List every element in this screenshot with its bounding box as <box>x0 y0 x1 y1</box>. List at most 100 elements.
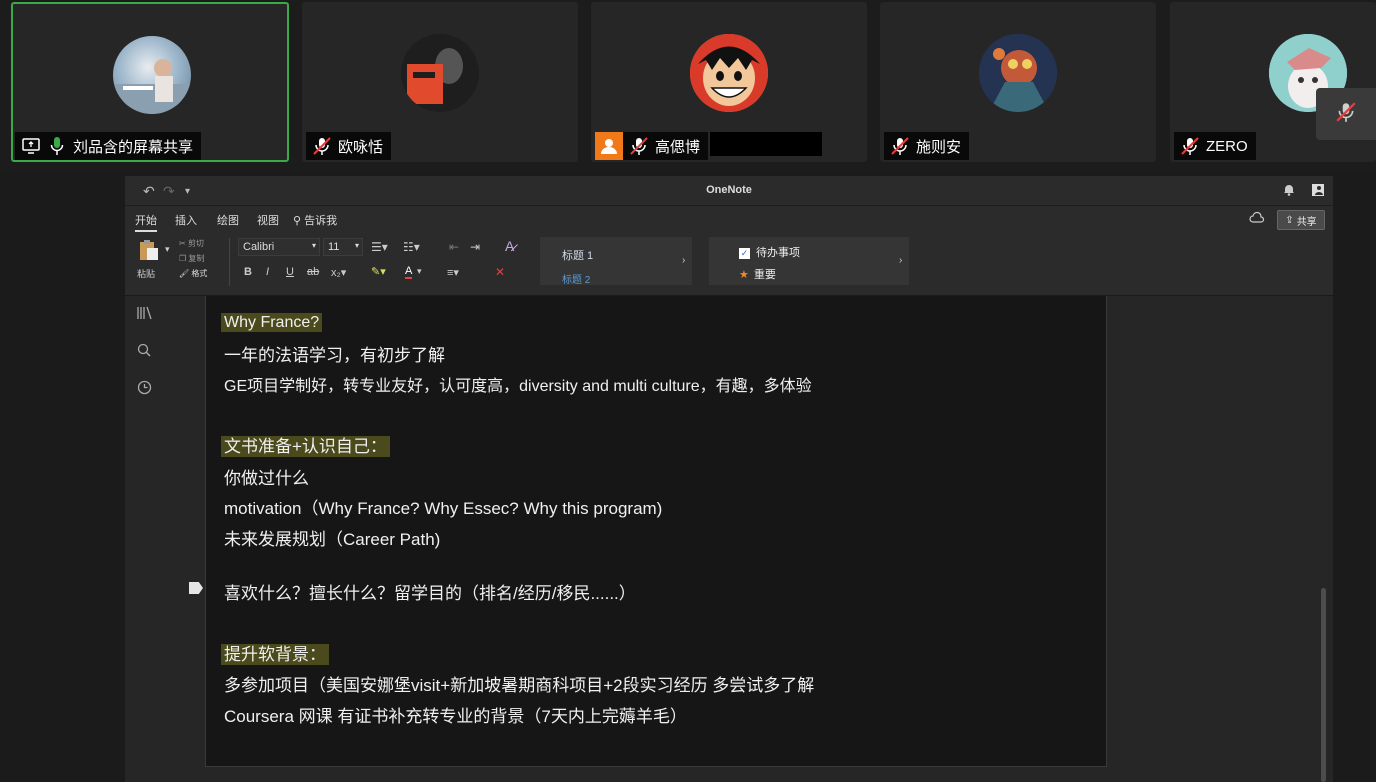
title-bar: ↶ ↷ ▾ OneNote <box>125 176 1333 206</box>
window-title: OneNote <box>706 184 752 196</box>
delete-icon[interactable]: ✕ <box>495 265 505 279</box>
participant-name-bar: 刘品含的屏幕共享 <box>15 132 202 160</box>
participant-name-bar: 欧咏恬 <box>306 132 392 160</box>
tag-important-label: 重要 <box>753 269 776 281</box>
participant-tile-2[interactable]: 欧咏恬 <box>302 2 578 162</box>
tab-view[interactable]: 视图 <box>257 212 279 228</box>
tag-todo-label: 待办事项 <box>756 247 800 259</box>
paste-label: 粘贴 <box>137 269 156 279</box>
bold-icon[interactable]: B <box>244 266 252 278</box>
star-icon: ★ <box>739 269 749 281</box>
brush-icon: 🖌 <box>179 269 190 278</box>
note-heading[interactable]: 文书准备+认识自己： <box>221 432 390 457</box>
account-icon[interactable] <box>1311 183 1325 200</box>
chevron-right-icon[interactable]: › <box>899 255 902 266</box>
scissors-icon: ✂ <box>179 239 186 248</box>
tag-important[interactable]: ★ 重要 <box>739 266 776 282</box>
avatar <box>401 34 479 112</box>
strikethrough-icon[interactable]: ab <box>307 266 319 278</box>
font-size-select[interactable]: 11 ▾ <box>323 238 363 256</box>
bullets-icon[interactable]: ☰▾ <box>371 240 388 254</box>
format-painter-button[interactable]: 🖌 格式 <box>179 268 207 279</box>
vertical-scrollbar[interactable] <box>1321 588 1326 782</box>
meeting-screen: 刘品含的屏幕共享 欧咏恬 高偲博 施则安 ZERO ↶ ↷ ▾ OneNote … <box>0 0 1376 782</box>
participant-tile-1[interactable]: 刘品含的屏幕共享 <box>11 2 289 162</box>
copy-icon: ❐ <box>179 254 187 263</box>
search-icon[interactable] <box>137 343 151 360</box>
tag-todo[interactable]: ✓ 待办事项 <box>739 244 800 260</box>
participant-name: 刘品含的屏幕共享 <box>73 138 194 156</box>
notebooks-icon[interactable] <box>137 306 153 323</box>
microphone-muted-icon <box>312 136 332 156</box>
checkbox-icon: ✓ <box>739 248 750 259</box>
participant-name: 施则安 <box>916 138 962 156</box>
copy-label: 复制 <box>188 254 205 263</box>
note-heading[interactable]: Why France? <box>221 313 323 332</box>
note-line[interactable]: GE项目学制好，转专业友好，认可度高，diversity and multi c… <box>224 372 812 396</box>
participant-tile-4[interactable]: 施则安 <box>880 2 1156 162</box>
paste-options-icon[interactable]: ▾ <box>165 244 170 255</box>
participant-name-bar: ZERO <box>1174 132 1256 160</box>
align-icon[interactable]: ≡▾ <box>447 266 459 279</box>
style-heading-2[interactable]: 标题 2 <box>562 271 590 286</box>
note-line[interactable]: motivation（Why France? Why Essec? Why th… <box>224 494 662 519</box>
font-size-value: 11 <box>328 241 340 253</box>
decrease-indent-icon[interactable]: ⇤ <box>449 240 459 254</box>
lightbulb-icon: ⚲ <box>293 215 302 227</box>
clipboard-icon <box>140 240 158 260</box>
note-line[interactable]: Coursera 网课 有证书补充转专业的背景（7天内上完薅羊毛） <box>224 702 687 727</box>
copy-button[interactable]: ❐ 复制 <box>179 253 204 264</box>
redaction-box <box>710 132 822 156</box>
font-color-icon[interactable]: A <box>405 265 413 279</box>
floating-mute-button[interactable] <box>1316 88 1376 140</box>
note-line[interactable]: 未来发展规划（Career Path) <box>224 525 440 550</box>
tab-draw[interactable]: 绘图 <box>217 212 239 228</box>
avatar <box>690 34 768 112</box>
highlight-icon[interactable]: ✎▾ <box>371 265 386 278</box>
tab-insert[interactable]: 插入 <box>175 212 197 228</box>
recent-clock-icon[interactable] <box>137 380 152 398</box>
format-label: 格式 <box>191 269 208 278</box>
clear-formatting-icon[interactable]: A̷ <box>505 238 514 254</box>
note-line[interactable]: 一年的法语学习，有初步了解 <box>224 341 445 366</box>
tell-me-label: 告诉我 <box>304 215 338 227</box>
participant-name-bar: 高偲博 <box>595 132 709 160</box>
ribbon-tabs: 开始 插入 绘图 视图 ⚲ 告诉我 ⇪ 共享 <box>125 206 1333 232</box>
subscript-icon[interactable]: x₂▾ <box>331 266 346 279</box>
font-name-select[interactable]: Calibri ▾ <box>238 238 320 256</box>
note-heading[interactable]: 提升软背景： <box>221 640 329 665</box>
note-line[interactable]: 你做过什么 <box>224 464 309 489</box>
left-navigation <box>125 296 165 782</box>
tab-home[interactable]: 开始 <box>135 212 157 232</box>
tags-gallery[interactable]: ✓ 待办事项 ★ 重要 › <box>709 237 909 285</box>
chevron-down-icon[interactable]: ▾ <box>417 266 422 277</box>
share-button[interactable]: ⇪ 共享 <box>1277 210 1325 230</box>
share-label: 共享 <box>1296 216 1317 228</box>
cut-button[interactable]: ✂ 剪切 <box>179 238 204 249</box>
screen-share-icon <box>21 136 41 156</box>
participant-name: ZERO <box>1206 137 1248 155</box>
share-icon: ⇪ <box>1285 214 1294 226</box>
increase-indent-icon[interactable]: ⇥ <box>470 240 480 254</box>
numbering-icon[interactable]: ☷▾ <box>403 240 420 254</box>
chevron-right-icon[interactable]: › <box>682 255 685 266</box>
microphone-muted-icon <box>629 136 649 156</box>
avatar <box>113 36 191 114</box>
avatar <box>979 34 1057 112</box>
bell-icon[interactable] <box>1283 183 1295 199</box>
styles-gallery[interactable]: 标题 1 标题 2 › <box>540 237 692 286</box>
divider <box>229 238 230 286</box>
paste-button[interactable]: 粘贴 <box>137 238 161 280</box>
style-heading-1[interactable]: 标题 1 <box>562 247 593 263</box>
sync-status-icon[interactable] <box>1249 211 1265 228</box>
participant-name: 高偲博 <box>655 138 701 156</box>
chevron-down-icon: ▾ <box>311 241 316 250</box>
note-line[interactable]: 多参加项目（美国安娜堡visit+新加坡暑期商科项目+2段实习经历 多尝试多了解 <box>224 671 814 696</box>
note-tag-icon[interactable] <box>189 582 203 594</box>
onenote-window: ↶ ↷ ▾ OneNote 开始 插入 绘图 视图 ⚲ 告诉我 ⇪ 共享 粘贴 … <box>125 176 1333 782</box>
underline-icon[interactable]: U <box>286 266 294 278</box>
italic-icon[interactable]: I <box>266 266 269 278</box>
ribbon: 粘贴 ▾ ✂ 剪切 ❐ 复制 🖌 格式 Calibri ▾ 11 ▾ ☰▾ ☷▾… <box>125 232 1333 296</box>
tell-me[interactable]: ⚲ 告诉我 <box>293 212 337 228</box>
note-line[interactable]: 喜欢什么？擅长什么？留学目的（排名/经历/移民......） <box>224 579 636 604</box>
